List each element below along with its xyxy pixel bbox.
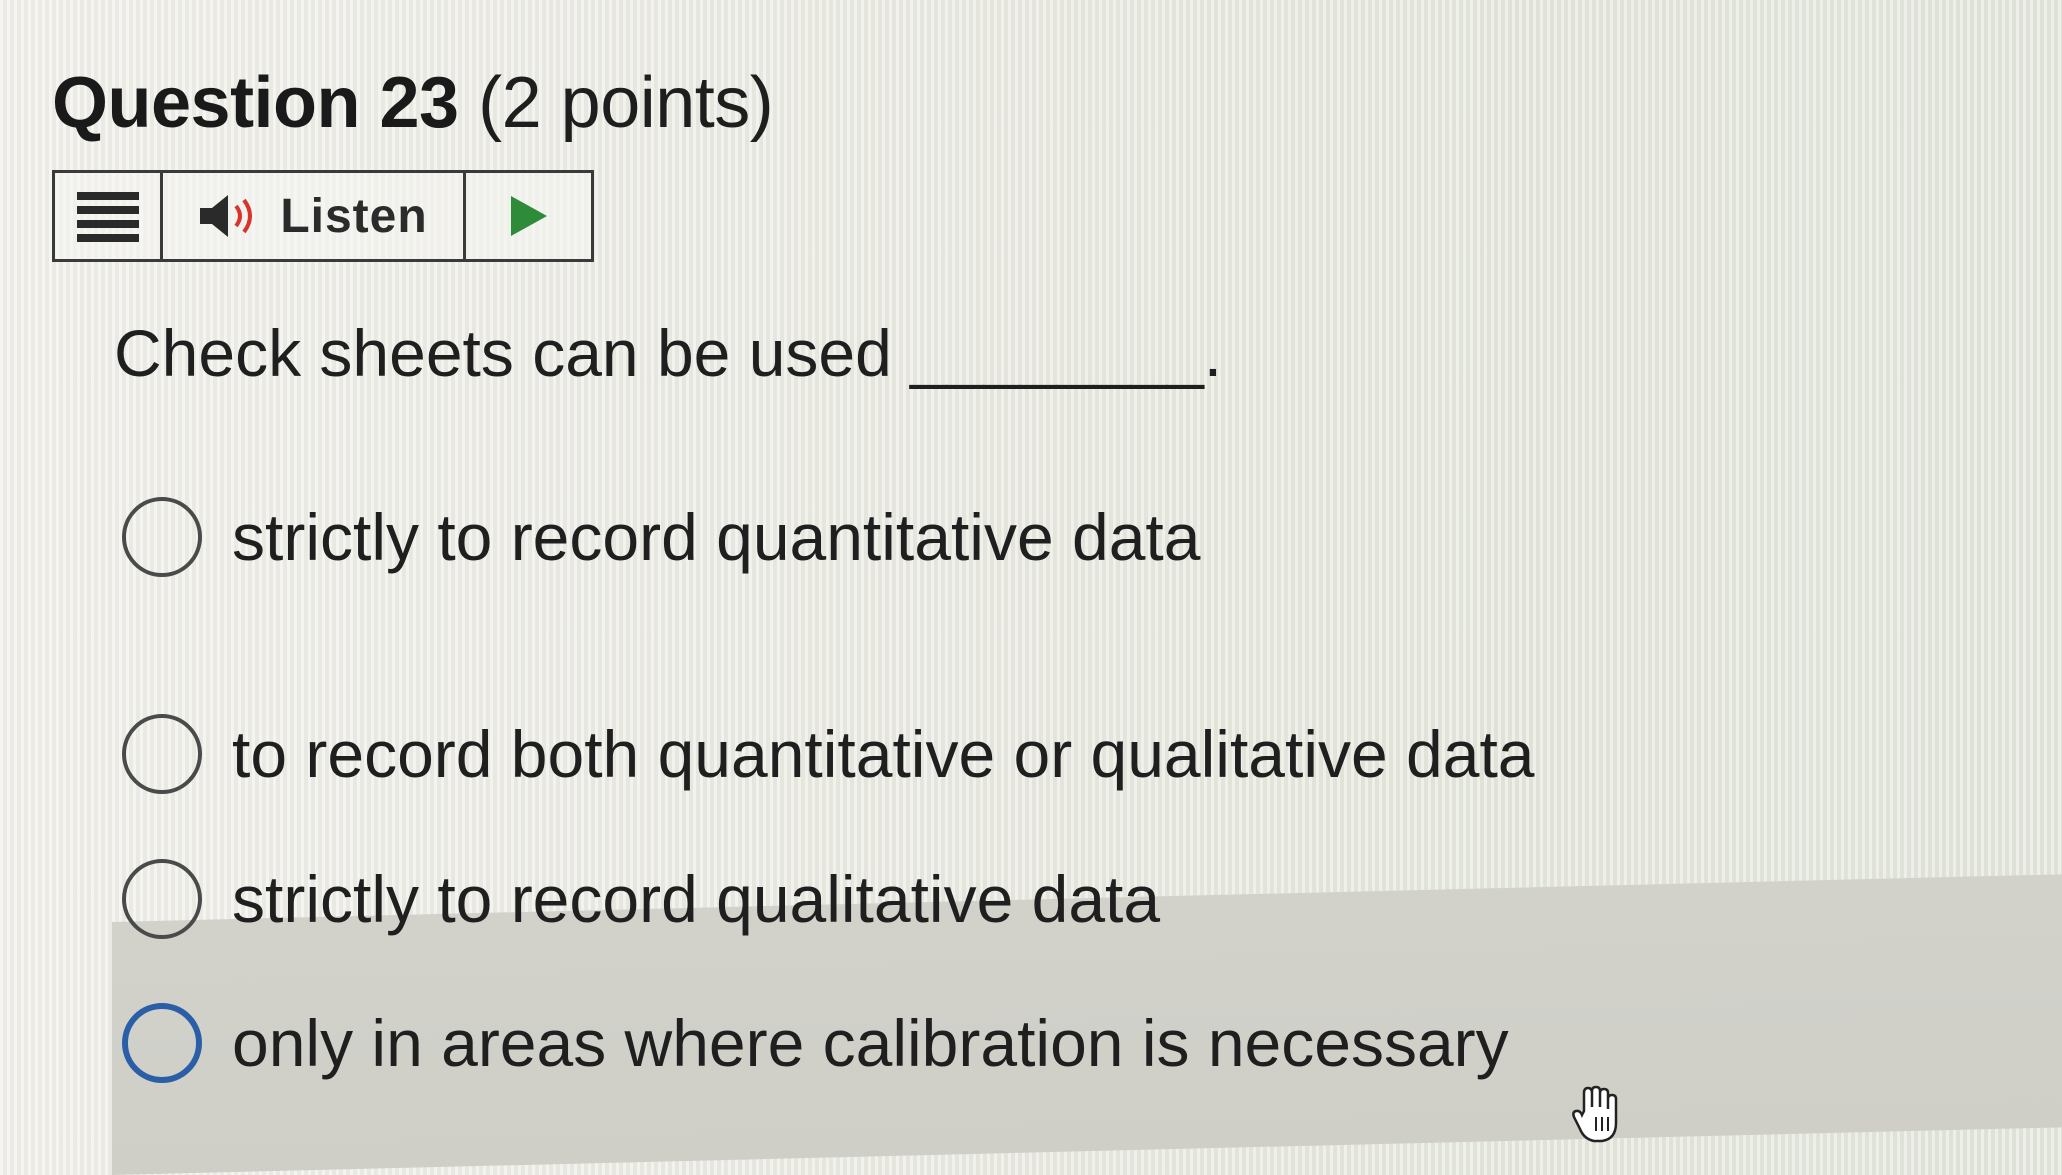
answer-option-label: to record both quantitative or qualitati… xyxy=(232,717,1535,791)
radio-button-icon[interactable] xyxy=(122,497,202,577)
answer-option-4[interactable]: only in areas where calibration is neces… xyxy=(122,1002,1509,1084)
question-prompt: Check sheets can be used ________. xyxy=(114,316,1223,390)
question-number: Question 23 xyxy=(52,63,459,143)
answer-option-2[interactable]: to record both quantitative or qualitati… xyxy=(122,713,1535,795)
speaker-icon xyxy=(200,195,253,237)
radio-button-icon[interactable] xyxy=(122,714,202,794)
answer-option-3[interactable]: strictly to record qualitative data xyxy=(122,858,1160,940)
answer-option-label: strictly to record qualitative data xyxy=(232,862,1161,936)
answer-option-1[interactable]: strictly to record quantitative data xyxy=(122,496,1200,578)
question-title: Question 23 (2 points) xyxy=(52,58,774,148)
play-icon xyxy=(510,196,547,236)
hand-pointer-icon xyxy=(1572,1085,1618,1143)
answer-option-label: strictly to record quantitative data xyxy=(232,500,1201,574)
listen-toolbar: Listen xyxy=(52,170,594,262)
radio-button-icon[interactable] xyxy=(122,859,202,939)
menu-lines-icon xyxy=(76,192,139,242)
listen-label: Listen xyxy=(280,189,428,243)
radio-button-icon[interactable] xyxy=(122,1003,202,1083)
listen-button[interactable]: Listen xyxy=(163,173,466,259)
answer-option-label: only in areas where calibration is neces… xyxy=(232,1006,1509,1080)
toolbar-menu-button[interactable] xyxy=(55,173,163,259)
question-points: (2 points) xyxy=(478,63,774,143)
play-button[interactable] xyxy=(466,173,591,259)
